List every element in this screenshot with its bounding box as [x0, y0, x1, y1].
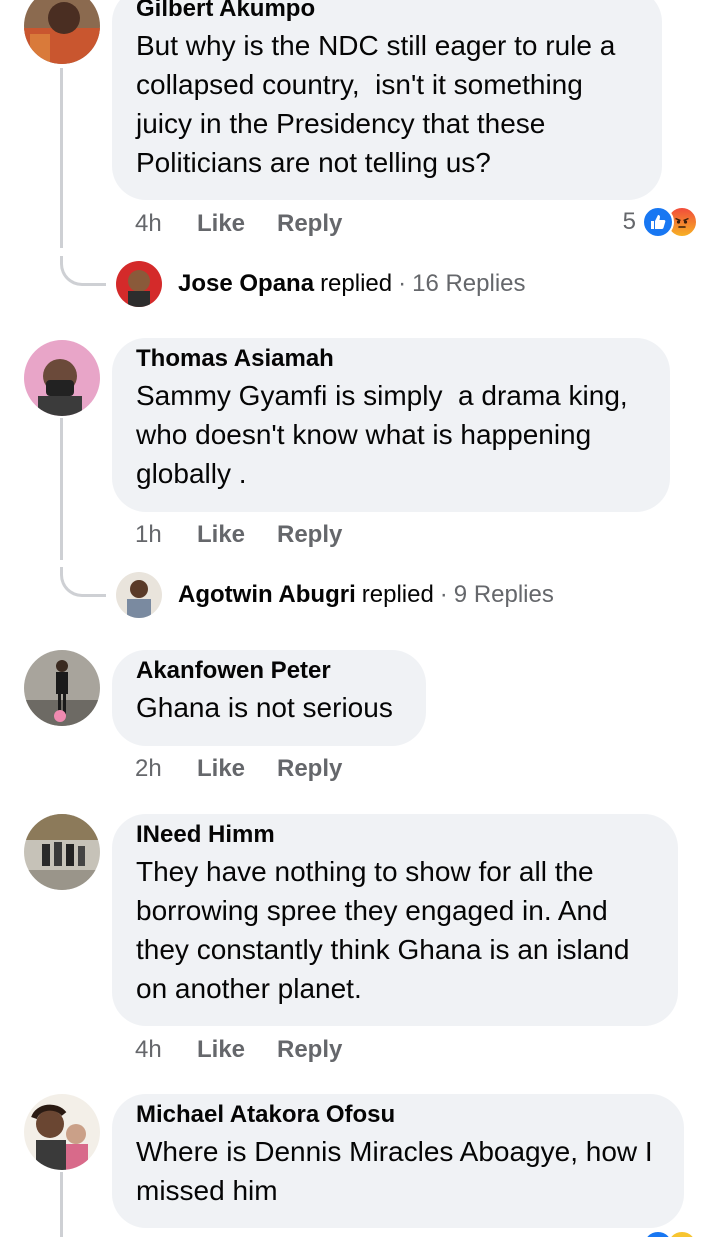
comment-bubble: Akanfowen Peter Ghana is not serious — [112, 650, 426, 746]
comment-text: They have nothing to show for all the bo… — [136, 856, 638, 1004]
view-replies[interactable]: Agotwin Abugri replied · 9 Replies — [116, 572, 554, 618]
thread-line — [60, 1172, 63, 1237]
comment-bubble: Thomas Asiamah Sammy Gyamfi is simply a … — [112, 338, 670, 512]
comment-author[interactable]: Michael Atakora Ofosu — [136, 1098, 660, 1132]
like-button[interactable]: Like — [197, 518, 277, 552]
comment-text: Where is Dennis Miracles Aboagye, how I … — [136, 1136, 661, 1206]
reply-verb: replied — [361, 581, 434, 608]
reply-button[interactable]: Reply — [277, 518, 342, 552]
reply-count[interactable]: 16 Replies — [412, 270, 525, 298]
comment-bubble: INeed Himm They have nothing to show for… — [112, 814, 678, 1026]
reply-verb: replied — [320, 270, 393, 297]
avatar[interactable] — [24, 340, 100, 416]
reply-author[interactable]: Agotwin Abugri — [178, 581, 356, 609]
comment-author[interactable]: Akanfowen Peter — [136, 654, 402, 688]
comment-time[interactable]: 4h — [135, 207, 197, 241]
thread-curve — [60, 567, 106, 597]
comment-time[interactable]: 2h — [135, 752, 197, 786]
reply-button[interactable]: Reply — [277, 207, 342, 241]
like-button[interactable]: Like — [197, 207, 277, 241]
reply-button[interactable]: Reply — [277, 752, 342, 786]
comment-actions: 4h Like Reply — [135, 207, 342, 241]
comment-time[interactable]: 4h — [135, 1033, 197, 1067]
reply-count[interactable]: 9 Replies — [454, 581, 554, 609]
reactions[interactable]: 5 — [623, 206, 698, 238]
like-button[interactable]: Like — [197, 752, 277, 786]
avatar[interactable] — [24, 0, 100, 64]
separator-dot: · — [398, 270, 407, 297]
comment-actions: 2h Like Reply — [135, 752, 342, 786]
avatar[interactable] — [24, 650, 100, 726]
reaction-count: 5 — [622, 208, 636, 235]
comment-author[interactable]: Thomas Asiamah — [136, 342, 646, 376]
reply-author[interactable]: Jose Opana — [178, 270, 314, 298]
like-icon — [642, 206, 674, 238]
view-replies[interactable]: Jose Opana replied · 16 Replies — [116, 261, 526, 307]
comment-bubble: Michael Atakora Ofosu Where is Dennis Mi… — [112, 1094, 684, 1228]
comment-bubble: Gilbert Akumpo But why is the NDC still … — [112, 0, 662, 200]
like-button[interactable]: Like — [197, 1033, 277, 1067]
separator-dot: · — [439, 581, 448, 608]
comment-author[interactable]: INeed Himm — [136, 818, 654, 852]
reactions[interactable] — [642, 1230, 698, 1237]
reply-avatar — [116, 261, 162, 307]
comment-time[interactable]: 1h — [135, 518, 197, 552]
thread-line — [60, 418, 63, 560]
reply-button[interactable]: Reply — [277, 1033, 342, 1067]
thread-curve — [60, 256, 106, 286]
avatar[interactable] — [24, 814, 100, 890]
comment-text: Ghana is not serious — [136, 692, 393, 723]
avatar[interactable] — [24, 1094, 100, 1170]
comment-text: But why is the NDC still eager to rule a… — [136, 30, 624, 178]
comment-author[interactable]: Gilbert Akumpo — [136, 0, 638, 26]
comment-actions: 1h Like Reply — [135, 518, 342, 552]
like-icon — [642, 1230, 674, 1237]
comment-text: Sammy Gyamfi is simply a drama king, who… — [136, 380, 636, 489]
comment-actions: 4h Like Reply — [135, 1033, 342, 1067]
thread-line — [60, 68, 63, 248]
reply-avatar — [116, 572, 162, 618]
